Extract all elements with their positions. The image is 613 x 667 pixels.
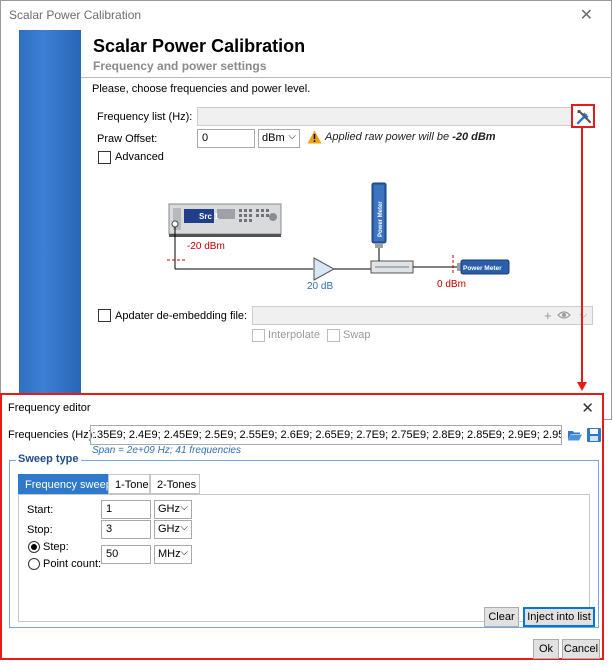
tab-1-tone[interactable]: 1-Tone [108, 474, 150, 494]
warning-icon [307, 130, 322, 144]
stop-unit-select[interactable]: GHz ⌵ [154, 520, 192, 539]
frequencies-label: Frequencies (Hz): [8, 429, 96, 441]
inject-into-list-button[interactable]: Inject into list [523, 607, 595, 627]
source-power-label: -20 dBm [187, 241, 225, 252]
chevron-down-icon: ⌵ [288, 131, 296, 142]
add-icon[interactable]: + [544, 308, 552, 323]
eye-icon[interactable] [557, 310, 571, 320]
amplifier-gain-label: 20 dB [307, 281, 333, 292]
stop-input[interactable]: 3 [101, 520, 151, 539]
source-instrument [168, 203, 282, 237]
start-label: Start: [27, 504, 54, 516]
stop-label: Stop: [27, 524, 53, 536]
swap-label: Swap [343, 329, 371, 341]
amplifier-icon [313, 257, 336, 281]
title-bar: Scalar Power Calibration ✕ [1, 1, 611, 29]
adapter-file-input[interactable] [252, 306, 593, 325]
page-title: Scalar Power Calibration [93, 36, 306, 56]
point-count-radio[interactable] [28, 558, 40, 570]
frequencies-input[interactable]: .35E9; 2.4E9; 2.45E9; 2.5E9; 2.55E9; 2.6… [90, 425, 562, 445]
save-icon[interactable] [586, 427, 602, 443]
step-unit-select[interactable]: MHz ⌵ [154, 545, 192, 564]
adapter-checkbox[interactable] [98, 309, 111, 322]
praw-unit-select[interactable]: dBm ⌵ [258, 129, 300, 148]
signal-chain-diagram: Src 1 -20 dBm 20 dB Power Meter Power Me… [167, 182, 510, 292]
stop-unit-value: GHz [158, 523, 180, 535]
step-input[interactable]: 50 [101, 545, 151, 564]
header-divider [81, 77, 612, 78]
praw-unit-value: dBm [262, 132, 285, 144]
adapter-label: Apdater de-embedding file: [115, 310, 248, 322]
instruction-text: Please, choose frequencies and power lev… [92, 83, 311, 95]
power-meter-top-label: Power Meter [378, 201, 384, 237]
warning-message: Applied raw power will be -20 dBm [325, 131, 496, 143]
tools-icon [576, 110, 591, 125]
frequency-list-label: Frequency list (Hz): [97, 111, 193, 123]
advanced-checkbox[interactable] [98, 151, 111, 164]
power-meter-right-label: Power Meter [463, 265, 502, 272]
swap-checkbox[interactable] [327, 329, 340, 342]
warning-value: -20 dBm [452, 131, 496, 143]
span-summary: Span = 2e+09 Hz; 41 frequencies [92, 445, 241, 456]
cancel-button[interactable]: Cancel [562, 639, 600, 659]
wizard-side-banner [19, 30, 81, 398]
start-unit-select[interactable]: GHz ⌵ [154, 500, 192, 519]
close-icon[interactable]: ✕ [580, 5, 593, 25]
praw-offset-label: Praw Offset: [97, 133, 158, 145]
start-input[interactable]: 1 [101, 500, 151, 519]
output-power-label: 0 dBm [437, 279, 466, 290]
step-label: Step: [43, 541, 69, 553]
warning-text: Applied raw power will be [325, 131, 450, 143]
scalar-power-calibration-window: Scalar Power Calibration ✕ Scalar Power … [0, 0, 612, 420]
page-subtitle: Frequency and power settings [93, 59, 267, 73]
clear-button[interactable]: Clear [484, 607, 519, 627]
source-label: Src 1 [199, 212, 219, 221]
interpolate-checkbox[interactable] [252, 329, 265, 342]
ok-button[interactable]: Ok [533, 639, 559, 659]
frequency-editor-button[interactable] [571, 104, 595, 128]
point-count-label: Point count: [43, 558, 102, 570]
tab-frequency-sweep[interactable]: Frequency sweep [18, 474, 112, 494]
step-radio[interactable] [28, 541, 40, 553]
chevron-down-icon: ⌵ [180, 502, 188, 513]
chevron-down-icon: ⌵ [180, 522, 188, 533]
frequency-list-input[interactable] [197, 107, 573, 126]
highlight-connector [581, 127, 583, 385]
chevron-down-icon: ⌵ [180, 547, 188, 558]
advanced-label: Advanced [115, 151, 164, 163]
sweep-type-label: Sweep type [16, 453, 81, 465]
frequency-editor-dialog: Frequency editor ✕ Frequencies (Hz): .35… [0, 393, 604, 660]
step-unit-value: MHz [158, 548, 181, 560]
open-folder-icon[interactable] [567, 427, 583, 443]
sweep-type-group: Sweep type Frequency sweep 1-Tone 2-Tone… [9, 453, 599, 628]
interpolate-label: Interpolate [268, 329, 320, 341]
frequency-sweep-panel: Start: 1 GHz ⌵ Stop: 3 GHz ⌵ Step: 50 MH… [18, 494, 590, 622]
start-unit-value: GHz [158, 503, 180, 515]
close-icon[interactable]: ✕ [581, 399, 594, 417]
tab-2-tones[interactable]: 2-Tones [150, 474, 200, 494]
arrow-down-icon [577, 382, 587, 391]
dialog-title: Frequency editor [8, 402, 91, 414]
praw-offset-input[interactable]: 0 [197, 129, 255, 148]
window-title: Scalar Power Calibration [9, 8, 142, 22]
